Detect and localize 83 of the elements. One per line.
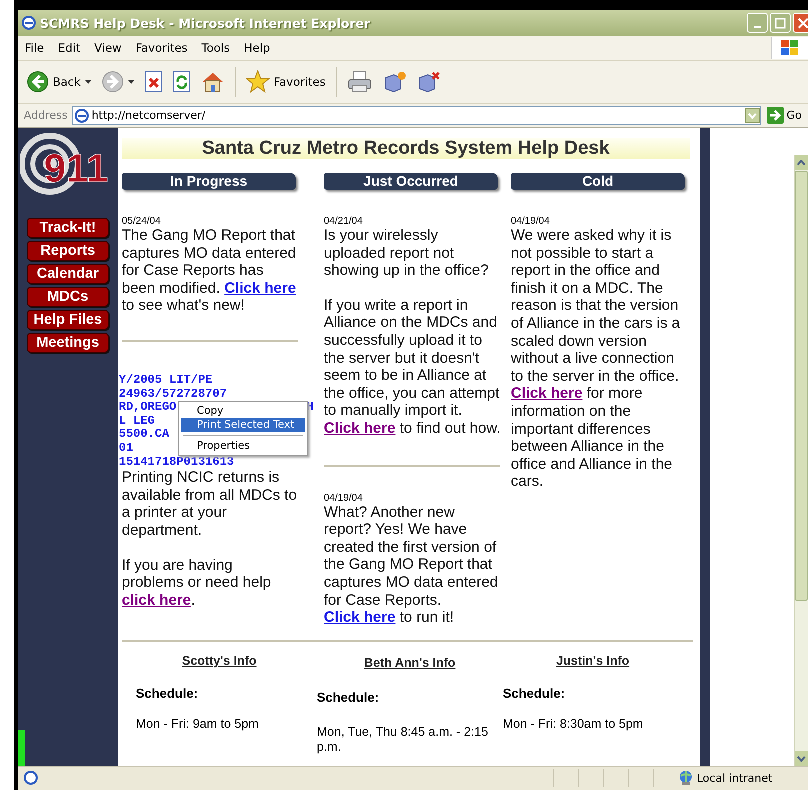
link[interactable]: click here: [122, 592, 192, 609]
staff-heading: Justin's Info: [555, 654, 631, 668]
globe-icon: [678, 770, 694, 786]
schedule-hours: Mon, Tue, Thu 8:45 a.m. - 2:15 p.m.: [317, 725, 490, 755]
menu-option[interactable]: Copy: [181, 404, 305, 418]
address-label: Address: [24, 109, 68, 122]
maximize-button[interactable]: [770, 13, 791, 33]
post-text: We were asked why it is not possible to start a report in the office and finish it on a MDC. The reason is that the version of Alliance in the cars is a scaled down version without a live connection to the server in the office. Click here for more information on the important differences between Alliance in the office and Alliance in the cars.: [511, 227, 682, 491]
nav-button[interactable]: Help Files: [27, 310, 109, 330]
maximize-icon: [775, 18, 786, 28]
page-x-icon: [144, 71, 163, 93]
scroll-thumb[interactable]: [795, 171, 808, 601]
menu-item[interactable]: Edit: [51, 41, 88, 55]
schedule-label: Schedule:: [503, 686, 566, 701]
post-text: What? Another new report? Yes! We have created the first version of the Gang MO Report that captures MO data entered for Case Reports. Click here to run it!: [324, 504, 500, 627]
post-text: Is your wirelessly uploaded report not showing up in the office?: [324, 227, 490, 280]
link[interactable]: Click here: [324, 609, 396, 626]
ncic-text: RD,OREGO: [119, 401, 177, 415]
menu-item[interactable]: Favorites: [128, 41, 195, 55]
address-field[interactable]: http://netcomserver/: [72, 106, 761, 125]
go-button[interactable]: Go: [764, 107, 806, 124]
close-icon: [798, 18, 808, 28]
caret-icon: [748, 112, 757, 118]
indicator-bar: [18, 730, 25, 766]
close-button[interactable]: [793, 13, 808, 33]
post-date: 04/21/04: [324, 216, 364, 227]
post-date: 04/19/04: [324, 492, 364, 504]
cube-x-icon: [416, 71, 441, 93]
cube-spark-icon: [382, 71, 407, 93]
scroll-down-button[interactable]: [795, 751, 808, 766]
section-heading: Cold: [511, 173, 685, 190]
back-icon: [27, 71, 49, 93]
zone-label: Local intranet: [697, 772, 773, 784]
caret-icon: [84, 80, 92, 84]
nav-button[interactable]: Reports: [27, 241, 109, 261]
scrollbar[interactable]: [794, 155, 808, 766]
staff-heading: Beth Ann's Info: [363, 656, 457, 670]
ncic-text: 5500.CA: [119, 428, 170, 442]
menu-item[interactable]: File: [18, 41, 52, 55]
schedule-label: Schedule:: [317, 690, 380, 705]
forward-icon: [102, 71, 124, 93]
post-text: If you write a report in Alliance on the MDCs and successfully upload it to the server but it doesn't seem to be in Alliance at the office, you can attempt to manually import it. Click here to find out how.: [324, 296, 502, 438]
menu-option[interactable]: Print Selected Text: [181, 418, 305, 432]
caret-icon: [128, 80, 135, 84]
dropdown-button[interactable]: [744, 108, 760, 123]
printer-icon: [346, 71, 373, 93]
refresh-icon: [172, 71, 191, 93]
nav-button[interactable]: Calendar: [27, 264, 109, 284]
nav-button[interactable]: Meetings: [27, 333, 109, 353]
minimize-icon: [754, 26, 761, 28]
link[interactable]: Click here: [324, 420, 396, 437]
ncic-text: Y/2005 LIT/PE: [119, 374, 213, 388]
schedule-hours: Mon - Fri: 8:30am to 5pm: [503, 717, 644, 732]
window-title: SCMRS Help Desk - Microsoft Internet Explorer: [40, 16, 372, 30]
post-text: Printing NCIC returns is available from all MDCs to a printer at your department.: [122, 469, 298, 540]
post-text: The Gang MO Report that captures MO data entered for Case Reports has been modified. Click here to see what's new!: [122, 227, 298, 315]
favorites-button[interactable]: Favorites: [242, 68, 329, 96]
scroll-up-button[interactable]: [795, 155, 808, 170]
nav-button[interactable]: Track-It!: [27, 218, 109, 238]
section-heading: Just Occurred: [324, 173, 498, 190]
link[interactable]: Click here: [224, 280, 296, 297]
post-date: 05/24/04: [122, 216, 162, 227]
section-heading: In Progress: [122, 173, 296, 190]
back-button[interactable]: Back: [24, 69, 95, 95]
nav-button[interactable]: MDCs: [27, 287, 109, 307]
post-text: If you are having problems or need help click here.: [122, 556, 272, 610]
staff-heading: Scotty's Info: [181, 654, 258, 668]
schedule-label: Schedule:: [136, 686, 200, 701]
menu-option[interactable]: Properties: [181, 439, 305, 453]
link[interactable]: Click here: [511, 385, 583, 402]
ncic-text: L LEG: [119, 414, 156, 428]
ncic-text: 01: [119, 442, 134, 456]
star-icon: [246, 70, 270, 94]
menu-item[interactable]: View: [88, 41, 129, 55]
ncic-text: 24963/572728707: [119, 388, 228, 402]
page-title: Santa Cruz Metro Records System Help Desk: [122, 138, 690, 159]
minimize-button[interactable]: [747, 13, 768, 33]
schedule-hours: Mon - Fri: 9am to 5pm: [136, 717, 260, 732]
ncic-text: 15141718P0131613: [119, 456, 234, 470]
post-date: 04/19/04: [511, 216, 551, 227]
home-icon: [200, 71, 225, 93]
menu-item[interactable]: Tools: [194, 41, 238, 55]
menu-item[interactable]: Help: [237, 41, 278, 55]
